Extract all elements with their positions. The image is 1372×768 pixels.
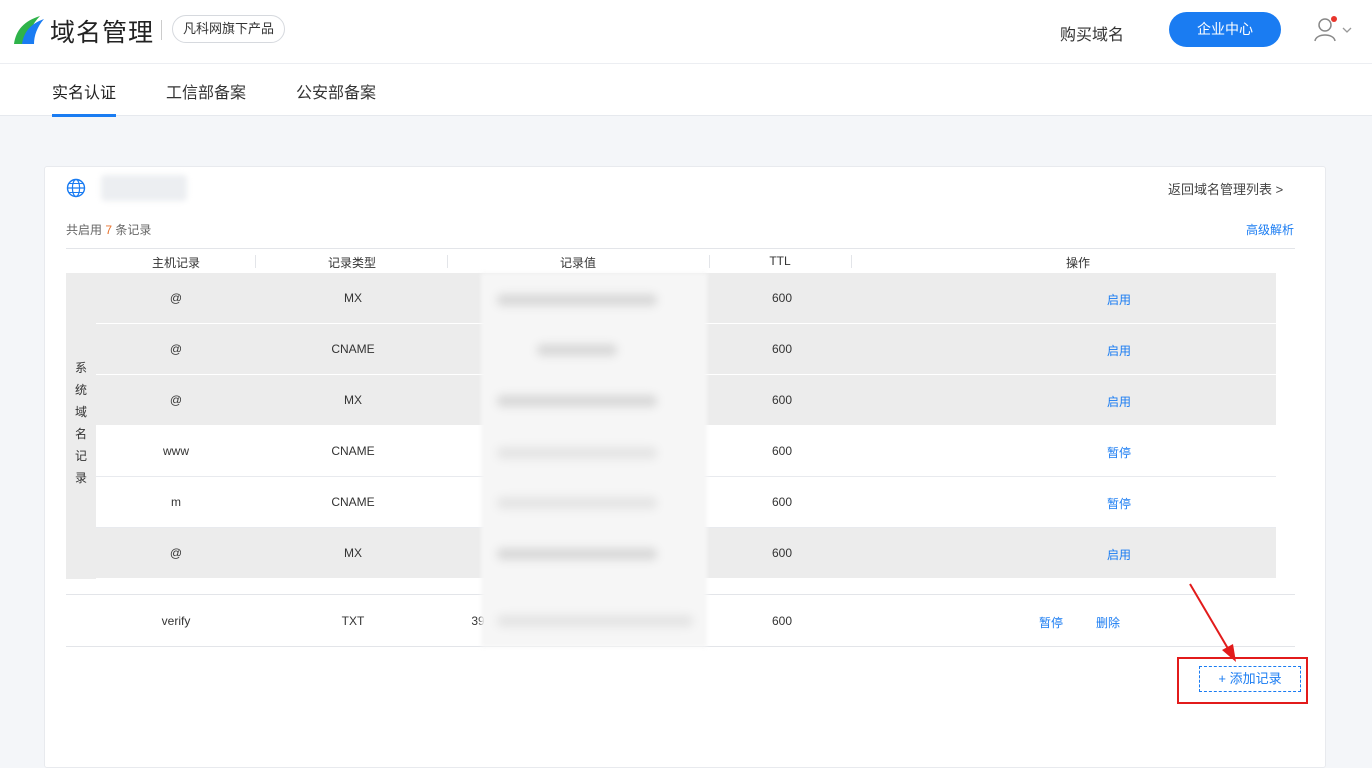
- enable-button[interactable]: 启用: [1069, 393, 1169, 410]
- column-divider: [255, 255, 256, 268]
- blurred-value: [497, 497, 657, 509]
- blurred-value: [537, 344, 617, 356]
- globe-icon: [66, 178, 86, 198]
- count-suffix: 条记录: [112, 223, 152, 237]
- blurred-value: [497, 615, 693, 627]
- pause-button[interactable]: 暂停: [1069, 495, 1169, 512]
- dns-records-card: 返回域名管理列表 > 共启用 7 条记录 高级解析 主机记录 记录类型 记录值 …: [44, 166, 1326, 768]
- column-divider: [709, 255, 710, 268]
- host-cell: @: [169, 393, 183, 407]
- system-records-label: 系统域名记录: [74, 361, 87, 485]
- type-cell: CNAME: [331, 444, 375, 458]
- domain-name-blurred: [101, 175, 187, 201]
- type-cell: CNAME: [331, 342, 375, 356]
- count-prefix: 共启用: [66, 223, 106, 237]
- tab-miit-filing[interactable]: 工信部备案: [166, 79, 246, 115]
- record-values-blurred: [481, 273, 707, 647]
- tab-real-name[interactable]: 实名认证: [52, 79, 117, 117]
- host-cell: @: [169, 342, 183, 356]
- sub-navigation: 实名认证 工信部备案 公安部备案: [0, 64, 1372, 117]
- record-count: 共启用 7 条记录: [66, 221, 151, 238]
- column-ttl: TTL: [769, 254, 791, 268]
- blurred-value: [497, 447, 657, 459]
- ttl-cell: 600: [771, 614, 793, 628]
- add-record-button[interactable]: + 添加记录: [1199, 666, 1301, 692]
- type-cell: CNAME: [331, 495, 375, 509]
- enable-button[interactable]: 启用: [1069, 546, 1169, 563]
- blurred-value: [497, 395, 657, 407]
- type-cell: TXT: [341, 614, 365, 628]
- column-value: 记录值: [559, 256, 596, 270]
- ttl-cell: 600: [771, 495, 793, 509]
- ttl-cell: 600: [771, 393, 793, 407]
- brand-divider: [161, 20, 162, 40]
- enable-button[interactable]: 启用: [1069, 342, 1169, 359]
- column-type: 记录类型: [327, 256, 376, 270]
- host-cell: verify: [161, 614, 191, 628]
- pause-button[interactable]: 暂停: [1069, 444, 1169, 461]
- brand-title: 域名管理: [50, 19, 155, 47]
- column-divider: [851, 255, 852, 268]
- column-host: 主机记录: [151, 256, 200, 270]
- buy-domain-link[interactable]: 购买域名: [1060, 21, 1124, 45]
- logo-icon: [14, 16, 44, 44]
- advanced-resolve-link[interactable]: 高级解析: [1246, 221, 1294, 238]
- product-badge: 凡科网旗下产品: [172, 15, 286, 43]
- type-cell: MX: [344, 393, 362, 407]
- ttl-cell: 600: [771, 444, 793, 458]
- type-cell: MX: [344, 546, 362, 560]
- column-divider: [447, 255, 448, 268]
- host-cell: @: [169, 291, 183, 305]
- host-cell: @: [169, 546, 183, 560]
- pause-button[interactable]: 暂停: [1026, 614, 1076, 631]
- user-avatar-icon[interactable]: [1313, 16, 1353, 44]
- host-cell: m: [171, 495, 181, 509]
- host-cell: www: [163, 444, 189, 458]
- ttl-cell: 600: [771, 291, 793, 305]
- top-header: 域名管理 凡科网旗下产品 购买域名 企业中心: [0, 0, 1372, 64]
- delete-button[interactable]: 删除: [1083, 614, 1133, 631]
- enable-button[interactable]: 启用: [1069, 291, 1169, 308]
- column-operation: 操作: [1065, 256, 1090, 270]
- enterprise-center-button[interactable]: 企业中心: [1169, 12, 1281, 47]
- blurred-value: [497, 294, 657, 306]
- blurred-value: [497, 548, 657, 560]
- tab-police-filing[interactable]: 公安部备案: [296, 79, 376, 115]
- ttl-cell: 600: [771, 342, 793, 356]
- type-cell: MX: [344, 291, 362, 305]
- table-header: 主机记录 记录类型 记录值 TTL 操作: [66, 248, 1295, 273]
- back-to-list-link[interactable]: 返回域名管理列表 >: [1168, 179, 1283, 198]
- ttl-cell: 600: [771, 546, 793, 560]
